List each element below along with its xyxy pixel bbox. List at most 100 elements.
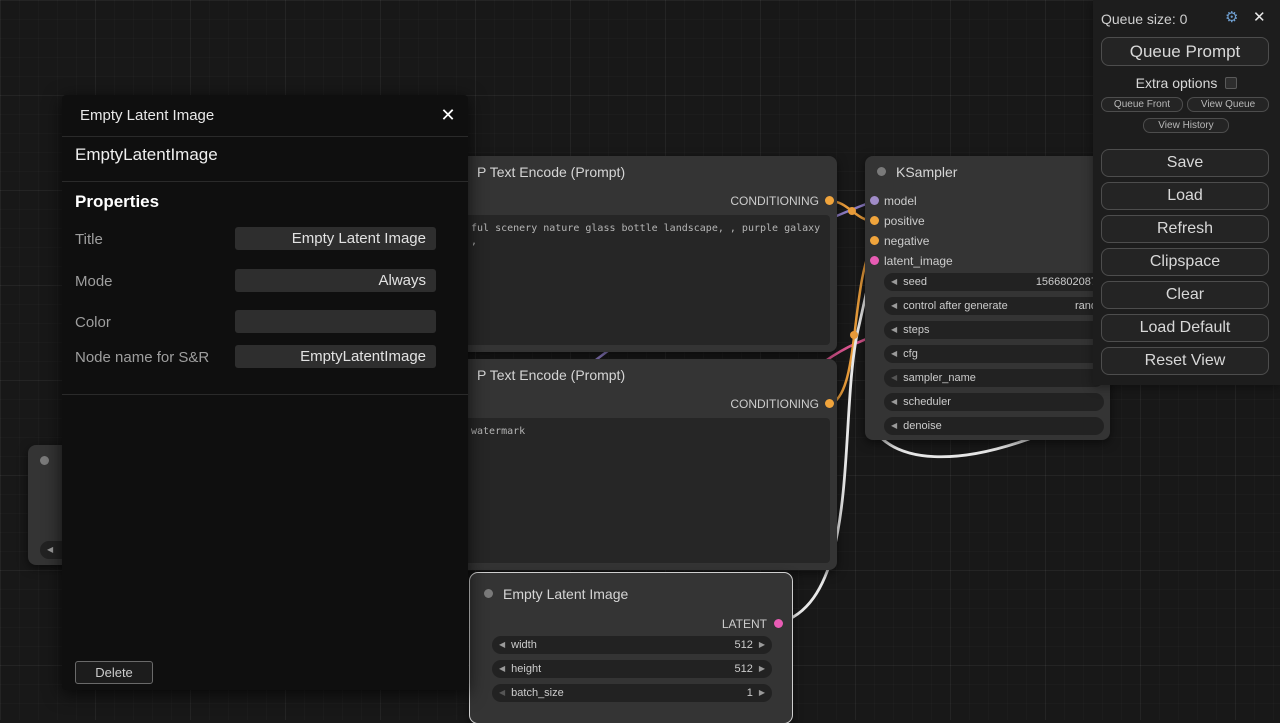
- decrement-icon[interactable]: ◀: [891, 393, 897, 411]
- conditioning-output-dot[interactable]: [825, 399, 834, 408]
- node-clip-text-encode-negative[interactable]: P Text Encode (Prompt) CONDITIONING wate…: [456, 359, 837, 570]
- input-label: model: [884, 194, 917, 208]
- close-icon[interactable]: ✕: [434, 101, 462, 129]
- gear-icon[interactable]: ⚙: [1225, 8, 1238, 26]
- dialog-titlebar: Empty Latent Image ✕: [62, 95, 468, 137]
- title-field[interactable]: Empty Latent Image: [235, 227, 436, 250]
- widget-value[interactable]: 512: [734, 639, 752, 651]
- input-label: positive: [884, 214, 925, 228]
- node-name-snr-field[interactable]: EmptyLatentImage: [235, 345, 436, 368]
- clear-button[interactable]: Clear: [1101, 281, 1269, 309]
- decrement-icon[interactable]: ◀: [891, 369, 897, 387]
- node-title: P Text Encode (Prompt): [477, 367, 625, 383]
- decrement-icon[interactable]: ◀: [891, 345, 897, 363]
- queue-prompt-button[interactable]: Queue Prompt: [1101, 37, 1269, 66]
- color-field[interactable]: [235, 310, 436, 333]
- decrement-icon[interactable]: ◀: [47, 541, 53, 559]
- conditioning-output-label: CONDITIONING: [730, 194, 819, 208]
- load-button[interactable]: Load: [1101, 182, 1269, 210]
- widget-label: seed: [903, 276, 927, 288]
- node-name-snr-label: Node name for S&R: [75, 349, 209, 366]
- decrement-icon[interactable]: ◀: [499, 684, 505, 702]
- decrement-icon[interactable]: ◀: [891, 297, 897, 315]
- model-input-dot[interactable]: [870, 196, 879, 205]
- widget-label: scheduler: [903, 396, 951, 408]
- close-icon[interactable]: ✕: [1253, 8, 1266, 26]
- widget-label: cfg: [903, 348, 918, 360]
- widget-value[interactable]: 1566802087: [1036, 276, 1097, 288]
- load-default-button[interactable]: Load Default: [1101, 314, 1269, 342]
- widget-height[interactable]: ◀ height 512 ▶: [492, 660, 772, 678]
- collapse-dot-icon[interactable]: [877, 167, 886, 176]
- reset-view-button[interactable]: Reset View: [1101, 347, 1269, 375]
- node-header[interactable]: P Text Encode (Prompt): [456, 359, 837, 389]
- node-title: P Text Encode (Prompt): [477, 164, 625, 180]
- widget-denoise[interactable]: ◀ denoise: [884, 417, 1104, 435]
- widget-label: height: [511, 663, 541, 675]
- decrement-icon[interactable]: ◀: [499, 660, 505, 678]
- node-title: Empty Latent Image: [503, 586, 628, 602]
- node-header[interactable]: Empty Latent Image: [470, 573, 792, 609]
- widget-seed[interactable]: ◀ seed 1566802087: [884, 273, 1104, 291]
- node-header[interactable]: P Text Encode (Prompt): [456, 156, 837, 186]
- dialog-title: Empty Latent Image: [80, 107, 214, 124]
- node-header[interactable]: KSampler: [865, 156, 1110, 186]
- decrement-icon[interactable]: ◀: [891, 321, 897, 339]
- extra-options-row: Extra options: [1093, 75, 1280, 91]
- widget-label: control after generate: [903, 300, 1008, 312]
- widget-value[interactable]: 512: [734, 663, 752, 675]
- refresh-button[interactable]: Refresh: [1101, 215, 1269, 243]
- latent-output-label: LATENT: [722, 617, 767, 631]
- latent-input-dot[interactable]: [870, 256, 879, 265]
- widget-label: sampler_name: [903, 372, 976, 384]
- clipspace-button[interactable]: Clipspace: [1101, 248, 1269, 276]
- save-button[interactable]: Save: [1101, 149, 1269, 177]
- divider: [62, 394, 468, 395]
- conditioning-output-dot[interactable]: [825, 196, 834, 205]
- widget-steps[interactable]: ◀ steps: [884, 321, 1104, 339]
- mode-label: Mode: [75, 273, 113, 290]
- view-history-button[interactable]: View History: [1143, 118, 1229, 133]
- queue-front-button[interactable]: Queue Front: [1101, 97, 1183, 112]
- widget-control-after-generate[interactable]: ◀ control after generate rand: [884, 297, 1104, 315]
- extra-options-checkbox[interactable]: [1225, 77, 1237, 89]
- decrement-icon[interactable]: ◀: [499, 636, 505, 654]
- node-clip-text-encode-positive[interactable]: P Text Encode (Prompt) CONDITIONING ful …: [456, 156, 837, 352]
- node-empty-latent-image[interactable]: Empty Latent Image LATENT ◀ width 512 ▶ …: [470, 573, 792, 723]
- conditioning-output-label: CONDITIONING: [730, 397, 819, 411]
- delete-button[interactable]: Delete: [75, 661, 153, 684]
- node-ksampler[interactable]: KSampler model positive negative latent_…: [865, 156, 1110, 440]
- input-label: negative: [884, 234, 929, 248]
- prompt-textarea[interactable]: watermark: [463, 418, 830, 563]
- divider: [62, 181, 468, 182]
- mode-field[interactable]: Always: [235, 269, 436, 292]
- increment-icon[interactable]: ▶: [759, 636, 765, 654]
- widget-sampler-name[interactable]: ◀ sampler_name: [884, 369, 1104, 387]
- prompt-textarea[interactable]: ful scenery nature glass bottle landscap…: [463, 215, 830, 345]
- widget-label: batch_size: [511, 687, 564, 699]
- collapse-dot-icon[interactable]: [484, 589, 493, 598]
- negative-input-dot[interactable]: [870, 236, 879, 245]
- node-type-name: EmptyLatentImage: [75, 145, 218, 165]
- positive-input-dot[interactable]: [870, 216, 879, 225]
- increment-icon[interactable]: ▶: [759, 660, 765, 678]
- widget-batch-size[interactable]: ◀ batch_size 1 ▶: [492, 684, 772, 702]
- widget-value[interactable]: 1: [747, 687, 753, 699]
- widget-width[interactable]: ◀ width 512 ▶: [492, 636, 772, 654]
- decrement-icon[interactable]: ◀: [891, 417, 897, 435]
- widget-scheduler[interactable]: ◀ scheduler: [884, 393, 1104, 411]
- node-properties-dialog: Empty Latent Image ✕ EmptyLatentImage Pr…: [62, 95, 468, 690]
- view-queue-button[interactable]: View Queue: [1187, 97, 1269, 112]
- widget-label: denoise: [903, 420, 942, 432]
- increment-icon[interactable]: ▶: [759, 684, 765, 702]
- latent-output-dot[interactable]: [774, 619, 783, 628]
- node-title: KSampler: [896, 164, 957, 180]
- widget-cfg[interactable]: ◀ cfg: [884, 345, 1104, 363]
- decrement-icon[interactable]: ◀: [891, 273, 897, 291]
- link-midpoint-dot: [848, 207, 856, 215]
- link-midpoint-dot: [850, 331, 858, 339]
- collapse-dot-icon[interactable]: [40, 456, 49, 465]
- extra-options-label: Extra options: [1136, 75, 1218, 91]
- widget-label: steps: [903, 324, 929, 336]
- properties-heading: Properties: [75, 192, 159, 212]
